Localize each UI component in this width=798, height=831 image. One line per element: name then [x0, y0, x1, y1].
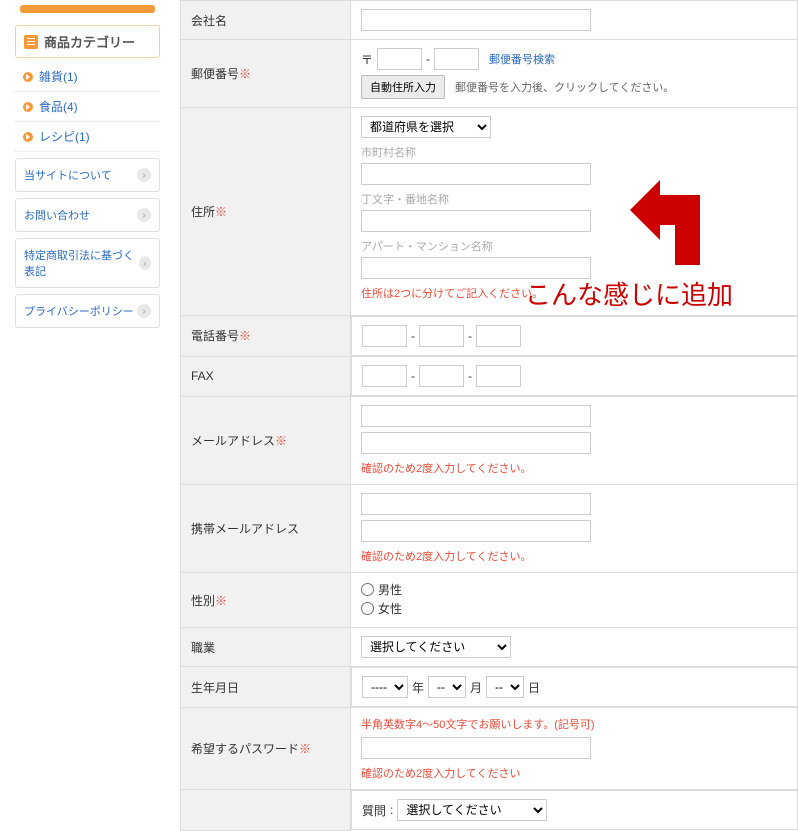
reminder-q-select[interactable]: 選択してください [397, 799, 547, 821]
building-input[interactable] [361, 257, 591, 279]
job-select[interactable]: 選択してください [361, 636, 511, 658]
email-1-input[interactable] [361, 405, 591, 427]
email-label: メールアドレス※ [181, 397, 351, 485]
chevron-right-icon: › [139, 256, 151, 270]
birth-day-select[interactable]: -- [486, 676, 524, 698]
password-note: 確認のため2度入力してください [361, 765, 787, 781]
fax-3-input[interactable] [476, 365, 521, 387]
postal-dash: - [426, 52, 430, 66]
password-label: 希望するパスワード※ [181, 708, 351, 790]
cat-link[interactable]: 食品(4) [39, 98, 78, 115]
email-2-input[interactable] [361, 432, 591, 454]
category-header: 商品カテゴリー [15, 25, 160, 58]
orange-accent [20, 5, 155, 13]
address-note: 住所は2つに分けてご記入ください。 [361, 285, 787, 301]
birthday-label: 生年月日 [181, 667, 351, 708]
chevron-right-icon: › [137, 168, 151, 182]
city-input[interactable] [361, 163, 591, 185]
category-header-label: 商品カテゴリー [44, 32, 135, 51]
list-icon [24, 35, 38, 49]
prefecture-select[interactable]: 都道府県を選択 [361, 116, 491, 138]
registration-form-table: 会社名 郵便番号※ 〒 - 郵便番号検索 自動住所入力 郵便番号を入力後、クリッ… [180, 0, 798, 831]
address-label: 住所※ [181, 108, 351, 316]
privacy-link[interactable]: プライバシーポリシー › [15, 294, 160, 328]
cat-link[interactable]: 雑貨(1) [39, 68, 78, 85]
sidebar-cat-item[interactable]: レシピ(1) [15, 122, 160, 152]
email-note: 確認のため2度入力してください。 [361, 460, 787, 476]
fax-label: FAX [181, 356, 351, 397]
side-btn-label: 特定商取引法に基づく表記 [24, 247, 139, 279]
mobile-email-note: 確認のため2度入力してください。 [361, 548, 787, 564]
side-btn-label: プライバシーポリシー [24, 303, 134, 319]
birth-year-select[interactable]: ---- [362, 676, 408, 698]
bullet-icon [23, 72, 33, 82]
postal-1-input[interactable] [377, 48, 422, 70]
job-label: 職業 [181, 628, 351, 667]
password-hint: 半角英数字4～50文字でお願いします。(記号可) [361, 716, 787, 732]
reminder-label [181, 790, 351, 831]
chevron-right-icon: › [137, 208, 151, 222]
city-caption: 市町村名称 [361, 144, 787, 160]
tel-3-input[interactable] [476, 325, 521, 347]
gender-female[interactable]: 女性 [361, 600, 787, 617]
side-btn-label: 当サイトについて [24, 167, 112, 183]
tel-2-input[interactable] [419, 325, 464, 347]
mobile-email-2-input[interactable] [361, 520, 591, 542]
company-label: 会社名 [181, 1, 351, 40]
sidebar-cat-item[interactable]: 雑貨(1) [15, 62, 160, 92]
auto-address-button[interactable]: 自動住所入力 [361, 75, 445, 99]
sidebar-cat-item[interactable]: 食品(4) [15, 92, 160, 122]
side-btn-label: お問い合わせ [24, 207, 90, 223]
mobile-email-1-input[interactable] [361, 493, 591, 515]
postal-label: 郵便番号※ [181, 40, 351, 108]
password-1-input[interactable] [361, 737, 591, 759]
postal-prefix: 〒 [361, 51, 373, 68]
bullet-icon [23, 102, 33, 112]
bullet-icon [23, 132, 33, 142]
building-caption: アパート・マンション名称 [361, 238, 787, 254]
contact-link[interactable]: お問い合わせ › [15, 198, 160, 232]
street-caption: 丁文字・番地名称 [361, 191, 787, 207]
chevron-right-icon: › [137, 304, 151, 318]
birth-month-select[interactable]: -- [428, 676, 466, 698]
mobile-email-label: 携帯メールアドレス [181, 485, 351, 573]
gender-male[interactable]: 男性 [361, 581, 787, 598]
postal-hint: 郵便番号を入力後、クリックしてください。 [455, 79, 674, 95]
fax-1-input[interactable] [362, 365, 407, 387]
tel-label: 電話番号※ [181, 316, 351, 357]
postal-search-link[interactable]: 郵便番号検索 [489, 51, 555, 67]
company-input[interactable] [361, 9, 591, 31]
fax-2-input[interactable] [419, 365, 464, 387]
gender-label: 性別※ [181, 573, 351, 628]
legal-link[interactable]: 特定商取引法に基づく表記 › [15, 238, 160, 288]
postal-2-input[interactable] [434, 48, 479, 70]
street-input[interactable] [361, 210, 591, 232]
cat-link[interactable]: レシピ(1) [39, 128, 90, 145]
tel-1-input[interactable] [362, 325, 407, 347]
about-link[interactable]: 当サイトについて › [15, 158, 160, 192]
